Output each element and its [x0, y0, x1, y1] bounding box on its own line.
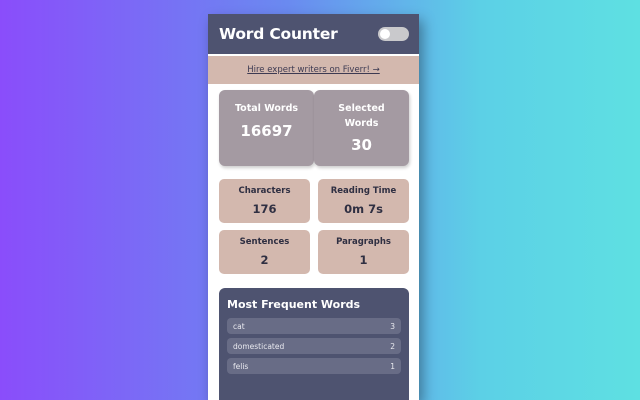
word-text: domesticated — [233, 341, 285, 351]
sentences-label: Sentences — [239, 237, 290, 247]
total-words-label: Total Words — [234, 103, 299, 114]
paragraphs-label: Paragraphs — [336, 237, 391, 247]
app-title: Word Counter — [219, 25, 338, 43]
reading-time-value: 0m 7s — [344, 202, 383, 216]
frequent-words-panel: Most Frequent Words cat 3 domesticated 2… — [219, 288, 409, 400]
characters-label: Characters — [238, 186, 291, 196]
selected-words-card: Selected Words 30 — [314, 90, 409, 166]
list-item: felis 1 — [227, 358, 401, 374]
frequent-words-title: Most Frequent Words — [227, 298, 361, 311]
list-item: cat 3 — [227, 318, 401, 334]
paragraphs-value: 1 — [359, 253, 368, 267]
word-count: 3 — [390, 321, 395, 331]
app-header: Word Counter — [208, 14, 419, 54]
total-words-value: 16697 — [240, 122, 293, 140]
toggle-knob — [380, 29, 390, 39]
list-item: domesticated 2 — [227, 338, 401, 354]
word-text: cat — [233, 321, 245, 331]
toggle-switch-icon[interactable] — [378, 27, 409, 41]
secondary-stats: Characters 176 Reading Time 0m 7s Senten… — [219, 179, 409, 274]
sentences-card: Sentences 2 — [219, 230, 310, 274]
word-count: 2 — [390, 341, 395, 351]
paragraphs-card: Paragraphs 1 — [318, 230, 409, 274]
primary-stats: Total Words 16697 Selected Words 30 — [219, 90, 409, 166]
total-words-card: Total Words 16697 — [219, 90, 314, 166]
reading-time-label: Reading Time — [330, 186, 397, 196]
sentences-value: 2 — [260, 253, 269, 267]
fiverr-link[interactable]: Hire expert writers on Fiverr! → — [247, 65, 380, 75]
characters-value: 176 — [252, 202, 277, 216]
selected-words-value: 30 — [351, 136, 372, 154]
word-count: 1 — [390, 361, 395, 371]
word-text: felis — [233, 361, 249, 371]
reading-time-card: Reading Time 0m 7s — [318, 179, 409, 223]
characters-card: Characters 176 — [219, 179, 310, 223]
promo-banner: Hire expert writers on Fiverr! → — [208, 56, 419, 84]
selected-words-label: Selected Words — [338, 103, 385, 129]
word-counter-window: Word Counter Hire expert writers on Five… — [208, 14, 419, 400]
